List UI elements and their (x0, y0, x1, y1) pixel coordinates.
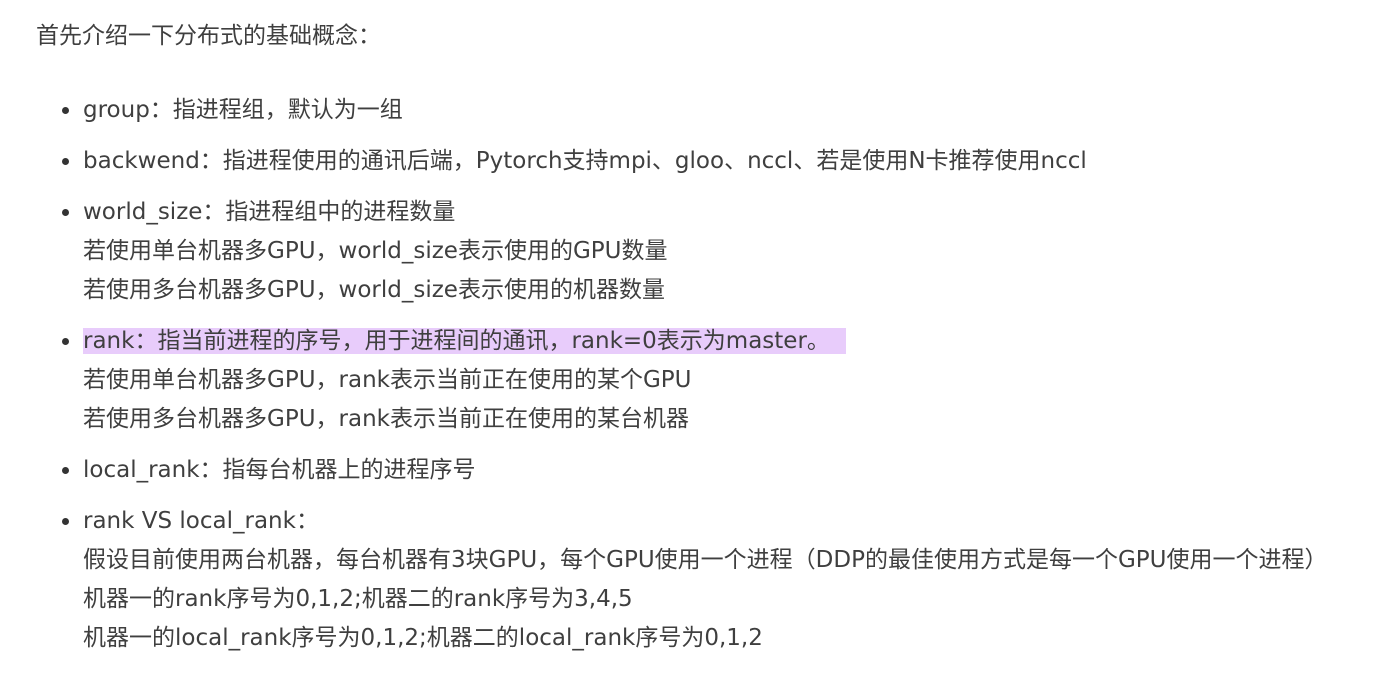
list-item-rank: rank：指当前进程的序号，用于进程间的通讯，rank=0表示为master。 … (0, 322, 1328, 439)
list-item-subline: 若使用单台机器多GPU，rank表示当前正在使用的某个GPU (83, 367, 692, 393)
list-item-subline: 若使用单台机器多GPU，world_size表示使用的GPU数量 (83, 238, 668, 264)
list-item-rank-vs-local-rank: rank VS local_rank： 假设目前使用两台机器，每台机器有3块GP… (0, 502, 1328, 658)
intro-paragraph: 首先介绍一下分布式的基础概念： (36, 23, 381, 49)
list-item-subline: 若使用多台机器多GPU，world_size表示使用的机器数量 (83, 277, 665, 303)
list-item-text: local_rank：指每台机器上的进程序号 (83, 457, 476, 483)
bullet-dot-icon (62, 209, 69, 216)
bullet-dot-icon (62, 107, 69, 114)
bullet-dot-icon (62, 338, 69, 345)
article-content: 首先介绍一下分布式的基础概念： group：指进程组，默认为一组 backwen… (0, 0, 1397, 684)
list-item-subline: 机器一的local_rank序号为0,1,2;机器二的local_rank序号为… (83, 625, 763, 651)
list-item-text-wrapper: rank：指当前进程的序号，用于进程间的通讯，rank=0表示为master。 (83, 322, 1328, 361)
highlighted-text: rank：指当前进程的序号，用于进程间的通讯，rank=0表示为master。 (83, 328, 846, 354)
list-item-local-rank: local_rank：指每台机器上的进程序号 (0, 451, 1328, 490)
bullet-dot-icon (62, 467, 69, 474)
list-item-subline: 若使用多台机器多GPU，rank表示当前正在使用的某台机器 (83, 406, 689, 432)
concept-list: group：指进程组，默认为一组 backwend：指进程使用的通讯后端，Pyt… (0, 91, 1328, 670)
list-item-backwend: backwend：指进程使用的通讯后端，Pytorch支持mpi、gloo、nc… (0, 142, 1328, 181)
bullet-dot-icon (62, 158, 69, 165)
list-item-text: rank VS local_rank： (83, 508, 319, 534)
list-item-text: backwend：指进程使用的通讯后端，Pytorch支持mpi、gloo、nc… (83, 148, 1087, 174)
list-item-subline: 假设目前使用两台机器，每台机器有3块GPU，每个GPU使用一个进程（DDP的最佳… (83, 547, 1328, 573)
list-item-text: world_size：指进程组中的进程数量 (83, 199, 456, 225)
list-item-text: group：指进程组，默认为一组 (83, 97, 403, 123)
list-item-world-size: world_size：指进程组中的进程数量 若使用单台机器多GPU，world_… (0, 193, 1328, 310)
list-item-subline: 机器一的rank序号为0,1,2;机器二的rank序号为3,4,5 (83, 586, 633, 612)
list-item-group: group：指进程组，默认为一组 (0, 91, 1328, 130)
bullet-dot-icon (62, 518, 69, 525)
